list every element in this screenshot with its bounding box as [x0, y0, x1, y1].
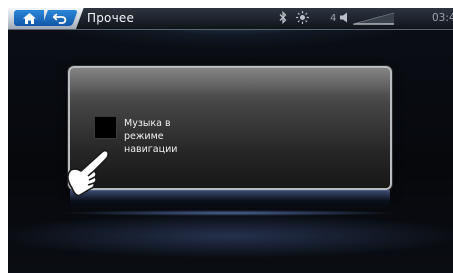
- brightness-icon[interactable]: [296, 11, 309, 24]
- label-line: навигации: [124, 144, 178, 155]
- home-icon: [22, 12, 36, 24]
- music-in-navigation-checkbox[interactable]: [94, 116, 117, 139]
- label-line: Музыка в: [124, 118, 171, 129]
- back-icon: [53, 12, 67, 24]
- bluetooth-icon: [279, 11, 287, 24]
- label-line: режиме: [124, 131, 164, 142]
- volume-level: 4: [330, 13, 337, 24]
- glow-decoration: [60, 210, 400, 216]
- page-title: Прочее: [87, 11, 135, 25]
- volume-bar[interactable]: [353, 12, 395, 25]
- dialog-reflection: [70, 190, 390, 208]
- home-button[interactable]: [14, 10, 44, 26]
- pointing-hand-icon: [67, 149, 109, 197]
- clock: 03:40: [432, 12, 453, 24]
- back-button[interactable]: [42, 10, 78, 26]
- volume-icon[interactable]: [340, 12, 349, 23]
- music-in-navigation-label: Музыка в режиме навигации: [124, 117, 214, 156]
